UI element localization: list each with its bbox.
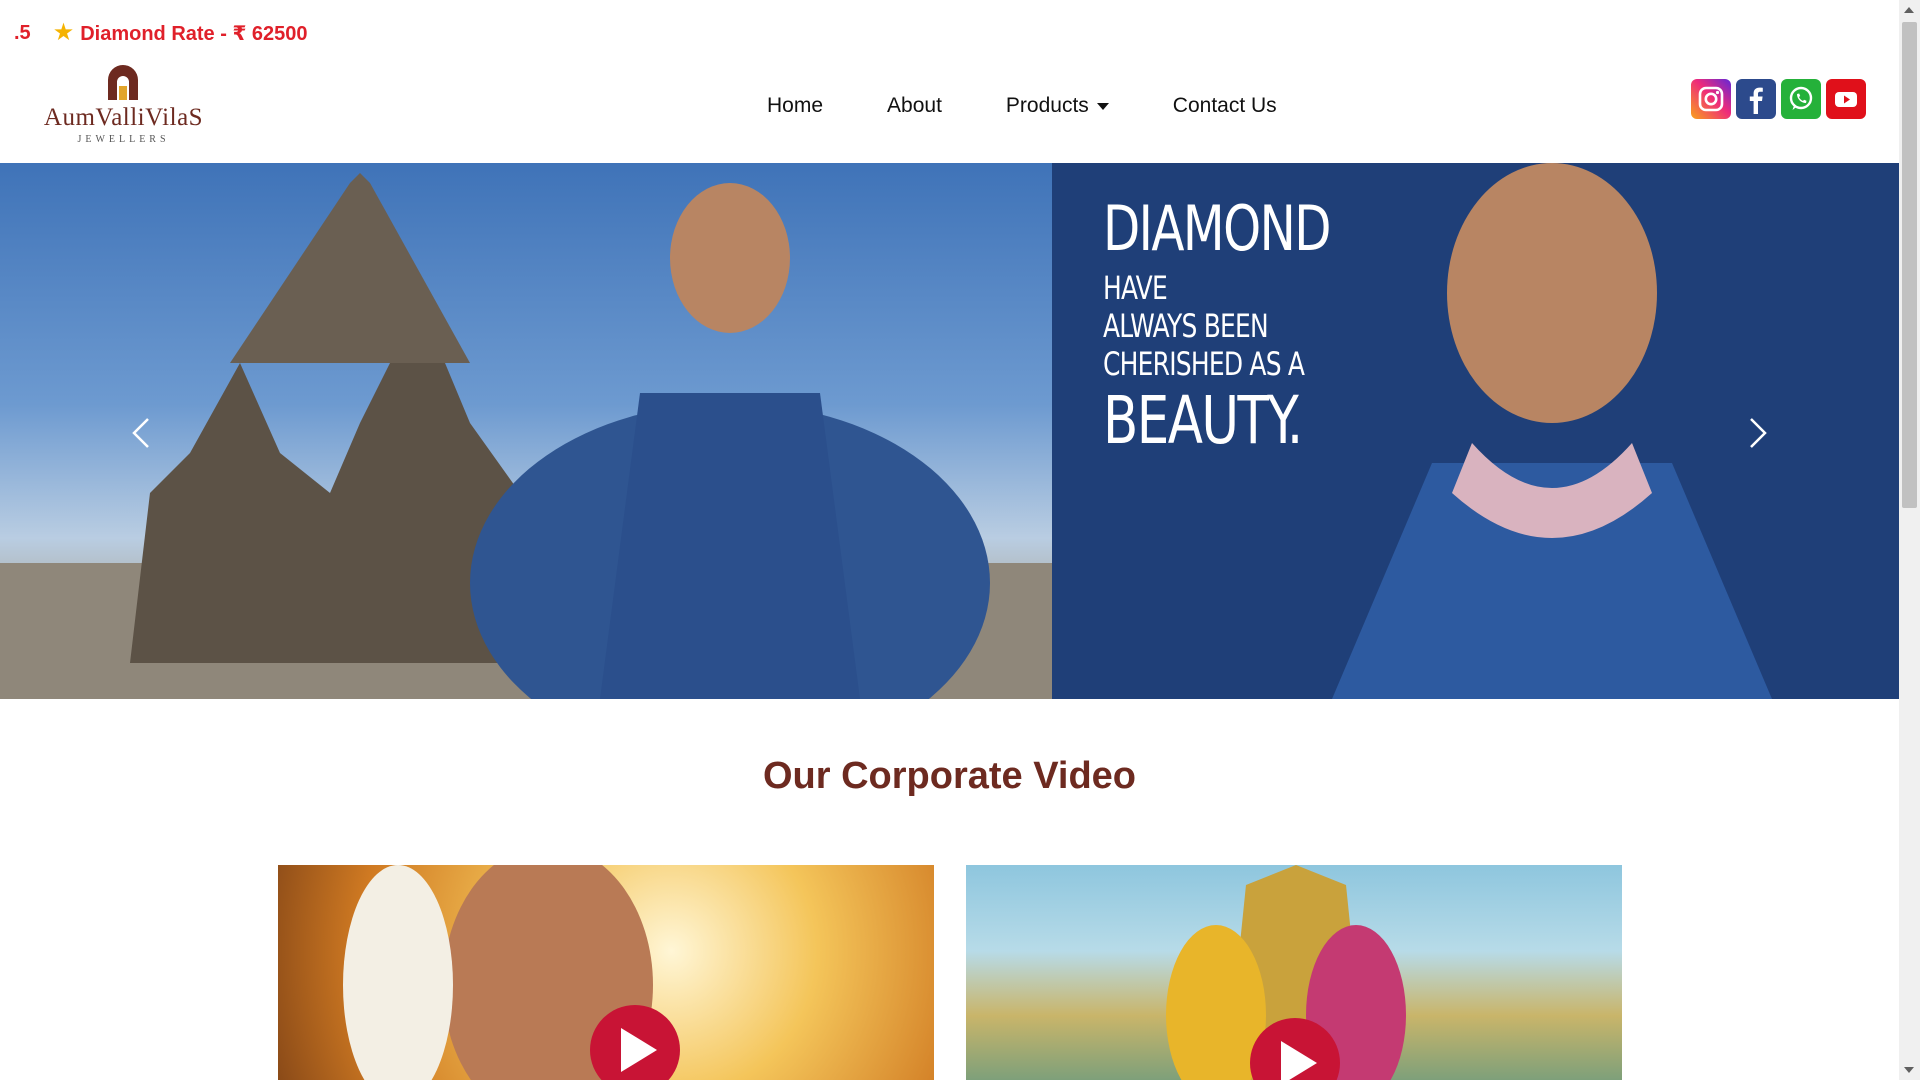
- social-links: [1691, 79, 1866, 119]
- nav-products[interactable]: Products: [974, 94, 1141, 118]
- star-icon: ★: [52, 19, 75, 46]
- hero-line-2: Have: [1103, 269, 1168, 307]
- nav-about-label: About: [887, 94, 942, 117]
- nav-contact-label: Contact Us: [1172, 94, 1277, 117]
- rate-ticker: .5 ★ Diamond Rate - ₹ 62500: [0, 18, 1880, 48]
- nav-home[interactable]: Home: [735, 94, 855, 118]
- page-scrollbar[interactable]: [1899, 0, 1920, 1080]
- hero-line-4: cherished as a: [1103, 345, 1305, 383]
- hero-line-5: Beauty.: [1103, 382, 1303, 459]
- hero-line-1: Diamond: [1103, 192, 1331, 265]
- ticker-fragment: .5: [14, 21, 31, 44]
- instagram-icon[interactable]: [1691, 79, 1731, 119]
- arch-logo-icon: [108, 65, 138, 100]
- diamond-rate-text: Diamond Rate - ₹ 62500: [80, 22, 308, 45]
- nav-about[interactable]: About: [855, 94, 974, 118]
- section-title: Our Corporate Video: [762, 755, 1137, 797]
- nav-contact[interactable]: Contact Us: [1141, 94, 1309, 118]
- whatsapp-icon[interactable]: [1781, 79, 1821, 119]
- scroll-up-icon[interactable]: [1904, 7, 1914, 13]
- main-nav: Home About Products Contact Us: [735, 94, 1309, 118]
- facebook-icon[interactable]: [1736, 79, 1776, 119]
- hero-line-3: Always been: [1103, 307, 1269, 345]
- scroll-down-icon[interactable]: [1904, 1067, 1914, 1073]
- carousel-prev-icon[interactable]: [122, 413, 162, 453]
- brand-subtitle: JEWELLERS: [77, 134, 170, 145]
- hero-headline: Diamond Have Always been cherished as a …: [1103, 198, 1394, 454]
- brand-name: AumValliVilaS: [43, 104, 204, 131]
- carousel-next-icon[interactable]: [1737, 413, 1777, 453]
- video-card-1[interactable]: [278, 865, 934, 1080]
- nav-products-label: Products: [1005, 94, 1089, 117]
- site-header: AumValliVilaS JEWELLERS Home About Produ…: [0, 50, 1899, 162]
- dropdown-caret-icon: [1096, 102, 1109, 110]
- video-card-2[interactable]: [966, 865, 1622, 1080]
- brand-logo[interactable]: AumValliVilaS JEWELLERS: [36, 64, 211, 145]
- scroll-thumb[interactable]: [1902, 22, 1917, 508]
- youtube-icon[interactable]: [1826, 79, 1866, 119]
- hero-carousel: Diamond Have Always been cherished as a …: [0, 163, 1899, 699]
- ticker-item-diamond-rate: ★ Diamond Rate - ₹ 62500: [53, 21, 308, 46]
- nav-home-label: Home: [767, 94, 824, 117]
